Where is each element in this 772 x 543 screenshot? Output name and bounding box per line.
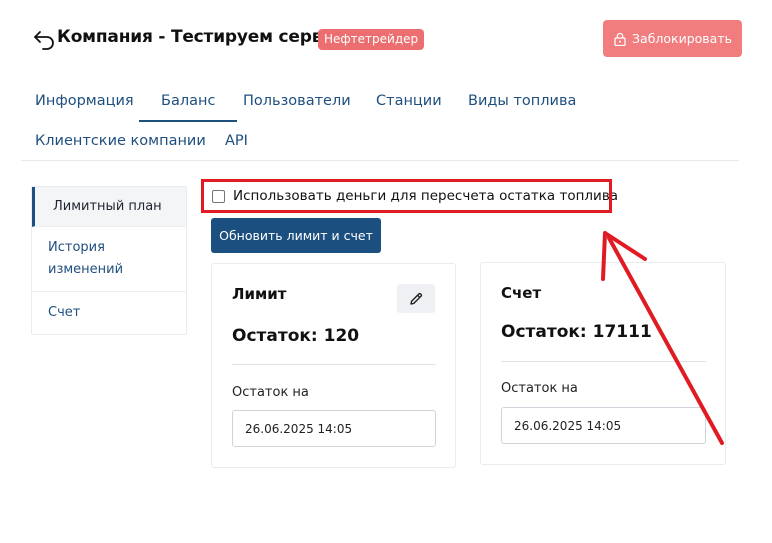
limit-date-label: Остаток на bbox=[232, 385, 309, 400]
lock-icon bbox=[614, 32, 626, 46]
use-money-checkbox-label[interactable]: Использовать деньги для пересчета остатк… bbox=[233, 188, 618, 204]
limit-card-title: Лимит bbox=[232, 285, 287, 303]
tab-info[interactable]: Информация bbox=[35, 82, 134, 122]
edit-limit-button[interactable] bbox=[397, 284, 435, 313]
tab-api[interactable]: API bbox=[225, 122, 248, 162]
account-balance: Остаток: 17111 bbox=[501, 322, 652, 342]
tab-balance[interactable]: Баланс bbox=[139, 82, 238, 122]
tab-stations[interactable]: Станции bbox=[376, 82, 442, 122]
account-card-divider bbox=[501, 361, 706, 362]
company-type-badge: Нефтетрейдер bbox=[318, 29, 425, 50]
tab-client-companies[interactable]: Клиентские компании bbox=[35, 122, 206, 162]
page-title: Компания - Тестируем сервис bbox=[57, 27, 344, 47]
back-arrow-icon[interactable] bbox=[33, 28, 55, 50]
pencil-icon bbox=[410, 292, 423, 305]
limit-card-divider bbox=[232, 364, 436, 365]
side-item-change-history[interactable]: История изменений bbox=[32, 227, 186, 292]
use-money-checkbox-row[interactable]: Использовать деньги для пересчета остатк… bbox=[212, 188, 618, 204]
side-item-account[interactable]: Счет bbox=[32, 292, 186, 334]
block-company-button[interactable]: Заблокировать bbox=[603, 20, 742, 57]
block-button-label: Заблокировать bbox=[632, 31, 732, 46]
update-limit-and-account-button[interactable]: Обновить лимит и счет bbox=[211, 218, 381, 253]
side-item-limit-plan[interactable]: Лимитный план bbox=[32, 187, 186, 227]
limit-balance: Остаток: 120 bbox=[232, 326, 360, 346]
limit-card: Лимит Остаток: 120 Остаток на bbox=[211, 263, 456, 468]
account-date-label: Остаток на bbox=[501, 381, 578, 396]
account-date-field[interactable] bbox=[501, 407, 706, 444]
tab-bar: Информация Баланс Пользователи Станции В… bbox=[21, 82, 739, 161]
limit-date-field[interactable] bbox=[232, 410, 436, 447]
tab-users[interactable]: Пользователи bbox=[243, 82, 351, 122]
use-money-checkbox[interactable] bbox=[212, 189, 225, 203]
account-card: Счет Остаток: 17111 Остаток на bbox=[480, 262, 726, 465]
tab-fuel-types[interactable]: Виды топлива bbox=[468, 82, 576, 122]
balance-side-menu: Лимитный план История изменений Счет bbox=[31, 186, 187, 335]
account-card-title: Счет bbox=[501, 284, 542, 302]
